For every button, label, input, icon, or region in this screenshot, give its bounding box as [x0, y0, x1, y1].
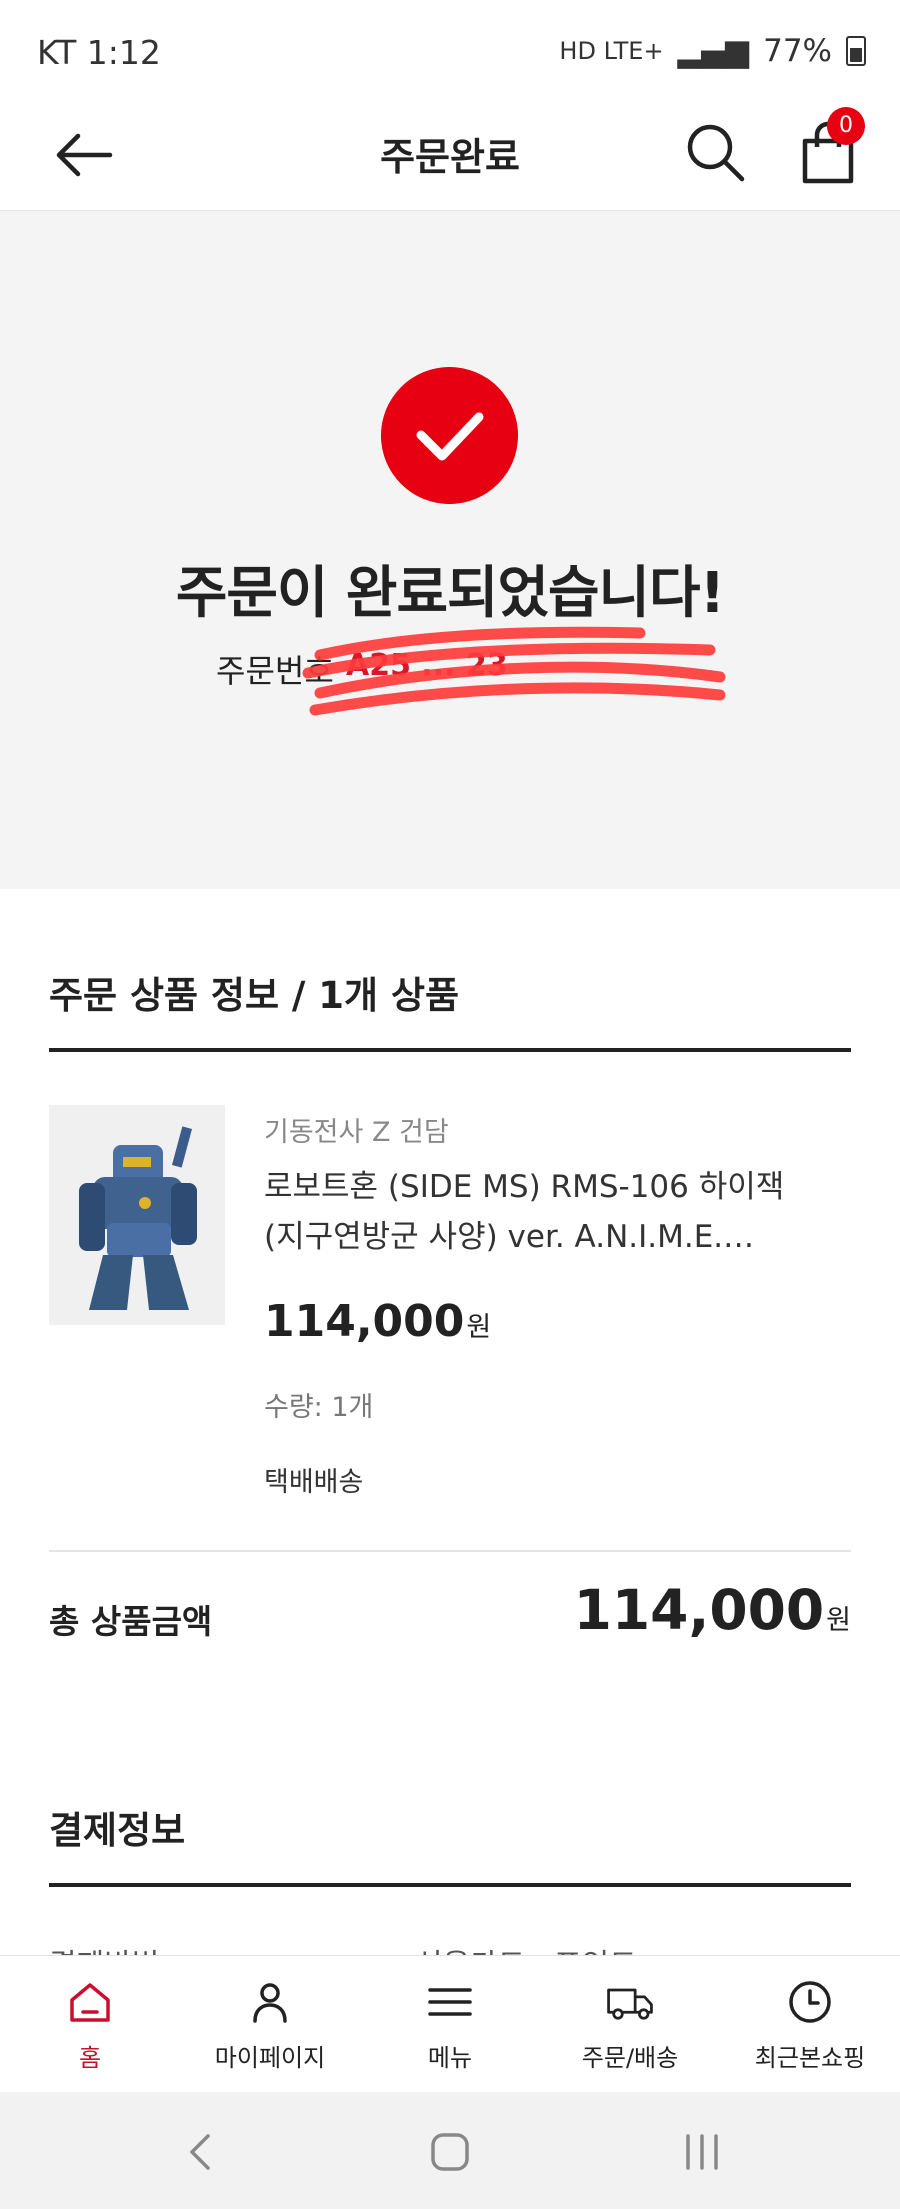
- payment-divider: [49, 1883, 851, 1887]
- product-thumbnail[interactable]: [49, 1105, 225, 1325]
- redaction-scribble: [302, 626, 726, 716]
- clock-icon: [789, 1981, 831, 2023]
- status-bar: KT 1:12 HD LTE+ ▂▄▆ 77%: [0, 0, 900, 100]
- nav-recent[interactable]: 최근본쇼핑: [720, 1956, 900, 2092]
- price-amount: 114,000: [264, 1296, 465, 1347]
- total-amount: 114,000: [573, 1578, 825, 1642]
- nav-mypage-label: 마이페이지: [214, 2044, 326, 2072]
- shipping-method: 택배배송: [264, 1467, 364, 1498]
- battery-icon: [846, 36, 866, 66]
- order-items-title: 주문 상품 정보 / 1개 상품: [49, 974, 460, 1017]
- product-brand: 기동전사 Z 건담: [264, 1117, 449, 1148]
- nav-mypage[interactable]: 마이페이지: [180, 1956, 360, 2092]
- network-indicator: HD LTE+: [559, 37, 664, 65]
- nav-menu-label: 메뉴: [427, 2044, 473, 2072]
- truck-icon: [607, 1988, 653, 2020]
- payment-title: 결제정보: [49, 1809, 186, 1852]
- nav-home[interactable]: 홈: [0, 1956, 180, 2092]
- system-home-icon[interactable]: [428, 2130, 472, 2174]
- nav-home-label: 홈: [78, 2044, 102, 2072]
- product-quantity: 수량: 1개: [264, 1392, 374, 1423]
- nav-menu[interactable]: 메뉴: [360, 1956, 540, 2092]
- total-price: 114,000원: [574, 1578, 851, 1642]
- signal-icon: ▂▄▆: [677, 33, 750, 69]
- price-unit: 원: [466, 1312, 492, 1343]
- product-name[interactable]: 로보트혼 (SIDE MS) RMS-106 하이잭 (지구연방군 사양) ve…: [264, 1162, 824, 1262]
- product-price: 114,000원: [264, 1296, 491, 1347]
- search-icon[interactable]: [680, 117, 750, 187]
- page-title: 주문완료: [380, 135, 520, 179]
- app-header: 주문완료: [0, 100, 900, 211]
- home-icon: [70, 1983, 110, 2022]
- menu-icon: [428, 1988, 472, 2016]
- bottom-navigation: 홈 마이페이지 메뉴 주문/배송 최근본쇼핑: [0, 1955, 900, 2092]
- nav-recent-label: 최근본쇼핑: [754, 2044, 866, 2072]
- total-unit: 원: [826, 1605, 851, 1636]
- nav-orders[interactable]: 주문/배송: [540, 1956, 720, 2092]
- system-navigation-bar: [0, 2092, 900, 2209]
- battery-percent: 77%: [763, 33, 832, 69]
- check-circle-icon: [381, 367, 518, 504]
- section-divider: [49, 1048, 851, 1052]
- system-back-icon[interactable]: [180, 2130, 220, 2174]
- system-recents-icon[interactable]: [680, 2130, 724, 2174]
- person-icon: [253, 1983, 287, 2023]
- total-divider: [49, 1550, 851, 1552]
- nav-orders-label: 주문/배송: [581, 2044, 679, 2072]
- robot-figure-image: [49, 1105, 225, 1325]
- carrier-time: KT 1:12: [37, 33, 161, 72]
- total-price-label: 총 상품금액: [49, 1602, 213, 1641]
- status-icons: HD LTE+ ▂▄▆ 77%: [559, 33, 866, 69]
- cart-count-badge: 0: [827, 107, 865, 145]
